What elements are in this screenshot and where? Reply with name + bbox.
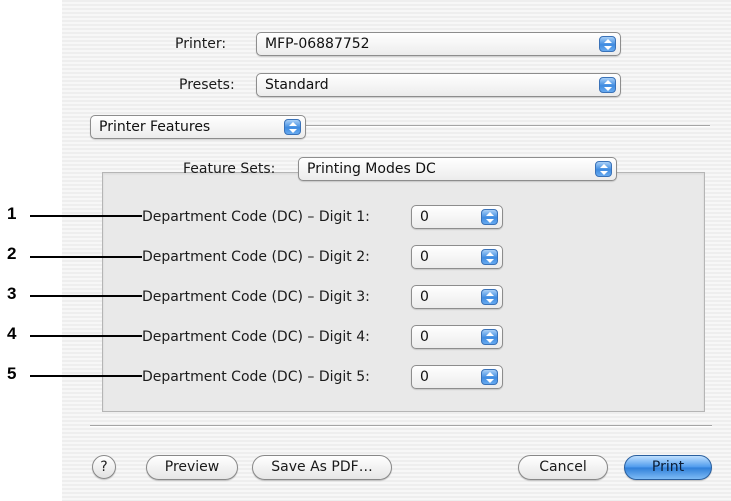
printer-label: Printer: (175, 36, 227, 52)
save-as-pdf-button[interactable]: Save As PDF… (252, 455, 392, 480)
updown-arrows-icon (481, 369, 498, 385)
help-button[interactable]: ? (92, 455, 116, 479)
dc-digit-value: 0 (420, 289, 429, 305)
dc-digit-value: 0 (420, 369, 429, 385)
updown-arrows-icon (599, 36, 616, 52)
dc-digit-3-popup[interactable]: 0 (411, 285, 503, 309)
updown-arrows-icon (595, 161, 612, 177)
presets-popup[interactable]: Standard (256, 73, 621, 97)
callout-number: 3 (7, 284, 17, 303)
dc-digit-4-popup[interactable]: 0 (411, 325, 503, 349)
pane-separator (306, 125, 710, 126)
feature-sets-value: Printing Modes DC (307, 161, 436, 177)
updown-arrows-icon (284, 119, 301, 135)
dc-digit-label: Department Code (DC) – Digit 5: (142, 369, 370, 385)
updown-arrows-icon (481, 209, 498, 225)
dc-digit-2-popup[interactable]: 0 (411, 245, 503, 269)
callout-number: 5 (7, 364, 17, 383)
callout-line (30, 256, 142, 258)
presets-value: Standard (265, 77, 329, 93)
updown-arrows-icon (481, 249, 498, 265)
pane-value: Printer Features (99, 119, 211, 135)
updown-arrows-icon (481, 329, 498, 345)
presets-label: Presets: (179, 77, 235, 93)
dc-digit-value: 0 (420, 249, 429, 265)
dc-digit-label: Department Code (DC) – Digit 3: (142, 289, 370, 305)
callout-number: 1 (7, 204, 17, 223)
dc-digit-label: Department Code (DC) – Digit 1: (142, 209, 370, 225)
dc-digit-5-popup[interactable]: 0 (411, 365, 503, 389)
pane-popup[interactable]: Printer Features (90, 115, 306, 139)
dc-digit-value: 0 (420, 209, 429, 225)
callout-line (30, 335, 142, 337)
cancel-button[interactable]: Cancel (518, 455, 608, 480)
preview-button[interactable]: Preview (146, 455, 238, 480)
print-button[interactable]: Print (624, 455, 712, 480)
updown-arrows-icon (599, 77, 616, 93)
printer-value: MFP-06887752 (265, 36, 370, 52)
dc-digit-value: 0 (420, 329, 429, 345)
bottom-separator (90, 425, 712, 426)
callout-line (30, 215, 142, 217)
callout-line (30, 375, 142, 377)
dc-digit-1-popup[interactable]: 0 (411, 205, 503, 229)
feature-sets-label: Feature Sets: (183, 161, 276, 177)
dc-digit-label: Department Code (DC) – Digit 2: (142, 249, 370, 265)
dc-digit-label: Department Code (DC) – Digit 4: (142, 329, 370, 345)
callout-number: 2 (7, 244, 17, 263)
updown-arrows-icon (481, 289, 498, 305)
callout-number: 4 (7, 324, 17, 343)
printer-popup[interactable]: MFP-06887752 (256, 32, 621, 56)
callout-line (30, 295, 142, 297)
feature-sets-popup[interactable]: Printing Modes DC (298, 157, 617, 181)
